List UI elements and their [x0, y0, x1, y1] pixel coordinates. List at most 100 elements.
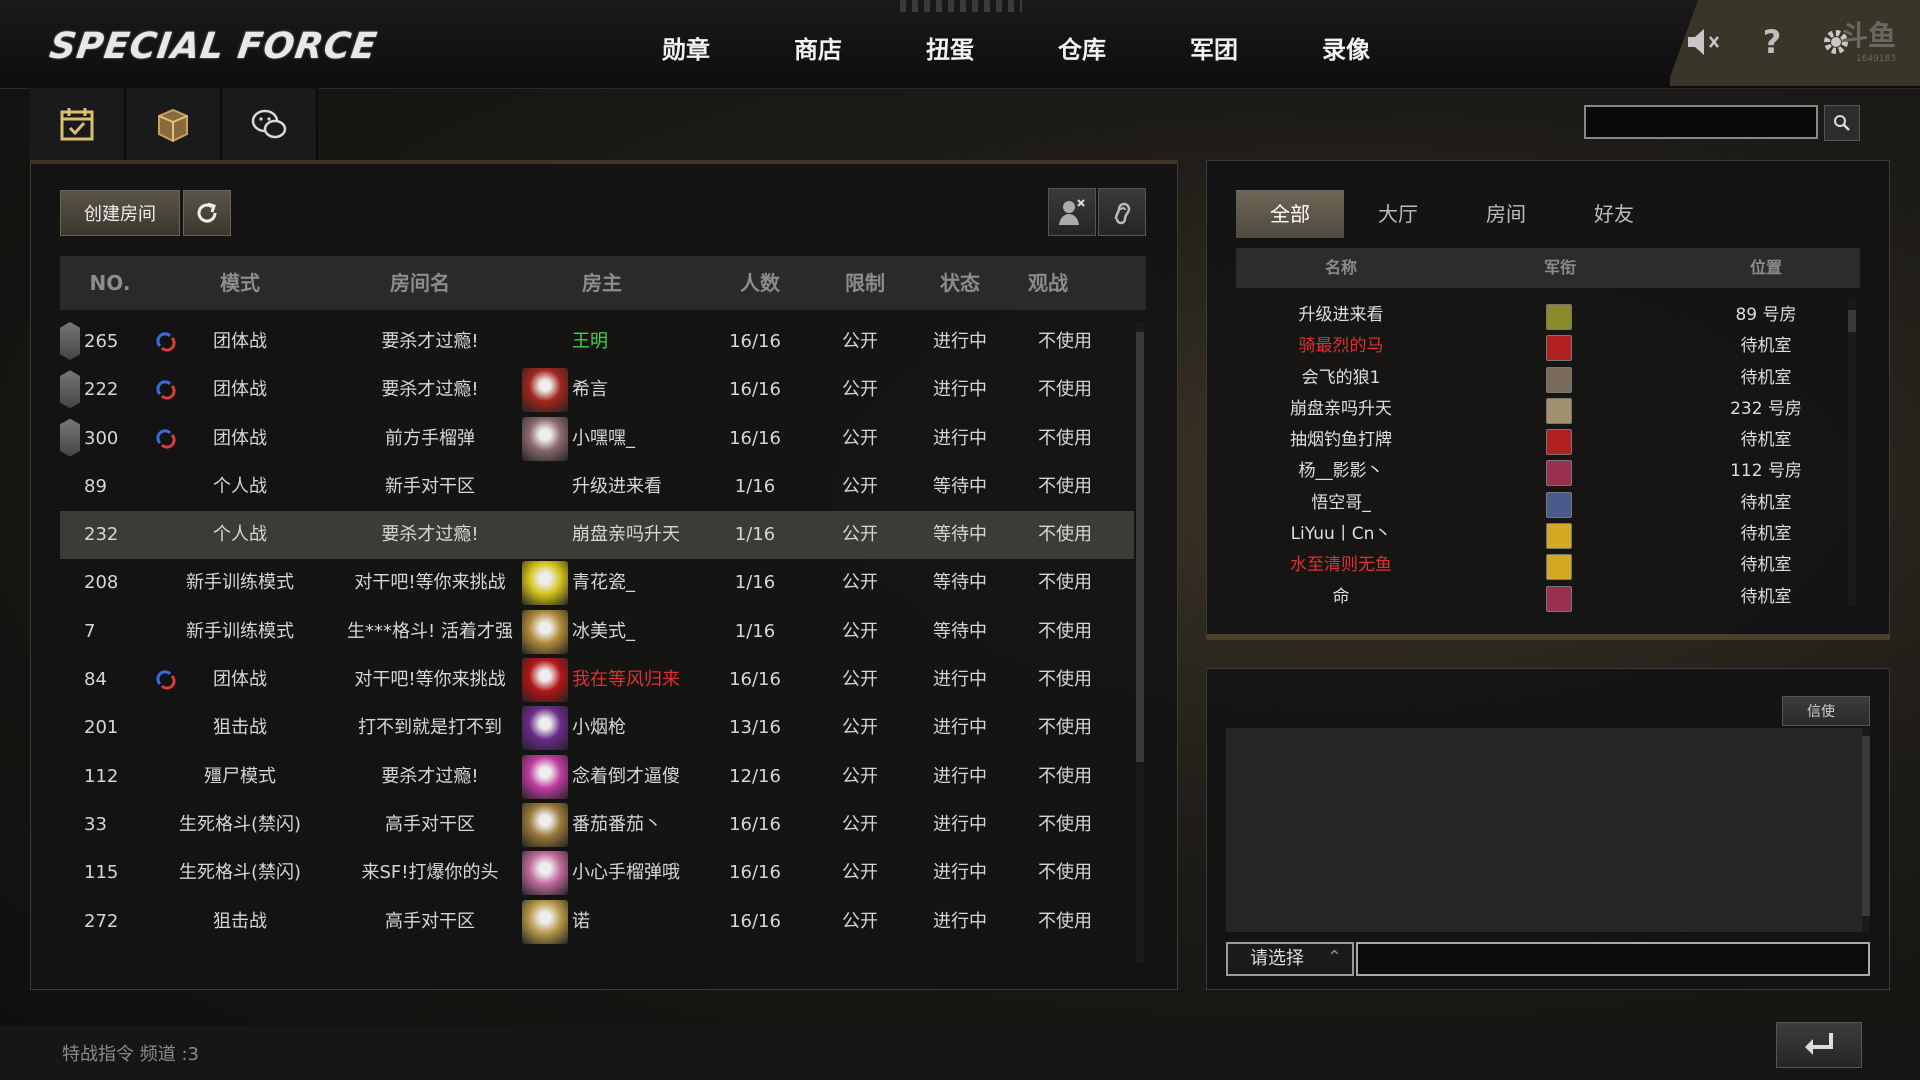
room-row[interactable]: 208 新手训练模式 对干吧!等你来挑战 青花瓷_ 1/16 公开 等待中 不使用 [60, 559, 1134, 607]
room-row[interactable]: 84 团体战 对干吧!等你来挑战 我在等风归来 16/16 公开 进行中 不使用 [60, 656, 1134, 704]
room-host: 番茄番茄丶 [572, 813, 662, 835]
player-name: 会飞的狼1 [1301, 367, 1381, 388]
player-row[interactable]: 命 待机室 [1236, 582, 1846, 613]
player-row[interactable]: 杨__影影丶 112 号房 [1236, 456, 1846, 487]
room-number: 232 [84, 524, 119, 546]
scrollbar-thumb[interactable] [1848, 310, 1856, 332]
room-number: 7 [84, 620, 96, 642]
chat-input[interactable] [1356, 942, 1870, 976]
rank-insignia-icon [1546, 523, 1572, 550]
help-icon[interactable]: ? [1752, 22, 1792, 62]
enter-button[interactable] [1776, 1022, 1862, 1068]
room-observe: 不使用 [1038, 475, 1092, 497]
room-list-scrollbar[interactable] [1136, 322, 1144, 962]
room-people: 1/16 [734, 620, 776, 642]
room-row[interactable]: 265 团体战 要杀才过瘾! 王明 16/16 公开 进行中 不使用 [60, 318, 1134, 366]
nav-item-2[interactable]: 扭蛋 [884, 30, 1016, 65]
room-status: 进行中 [933, 862, 987, 884]
search-input[interactable] [1584, 105, 1818, 139]
room-name: 打不到就是打不到 [358, 717, 502, 739]
col-host: 房主 [582, 271, 622, 295]
player-name: 杨__影影丶 [1298, 461, 1384, 482]
player-row[interactable]: 骑最烈的马 待机室 [1236, 331, 1846, 362]
room-mode: 团体战 [213, 427, 267, 449]
room-mode: 团体战 [213, 379, 267, 401]
rank-insignia-icon [1546, 335, 1572, 362]
room-host: 小嘿嘿_ [572, 427, 635, 449]
scrollbar-thumb[interactable] [1136, 332, 1144, 762]
speaker-muted-icon[interactable] [1684, 22, 1724, 62]
nav-item-4[interactable]: 军团 [1148, 30, 1280, 65]
room-row[interactable]: 232 个人战 要杀才过瘾! 崩盘亲吗升天 1/16 公开 等待中 不使用 [60, 511, 1134, 560]
room-name: 对干吧!等你来挑战 [354, 669, 506, 691]
room-observe: 不使用 [1038, 717, 1092, 739]
create-room-button[interactable]: 创建房间 [60, 190, 180, 236]
room-row[interactable]: 115 生死格斗(禁闪) 来SF!打爆你的头 小心手榴弹哦 16/16 公开 进行中 不使用 [60, 849, 1134, 897]
room-host: 希言 [572, 379, 608, 401]
rank-insignia-icon [1546, 554, 1572, 581]
room-limit: 公开 [842, 717, 878, 739]
player-row[interactable]: 悟空哥_ 待机室 [1236, 488, 1846, 519]
room-row[interactable]: 272 狙击战 高手对干区 诺 16/16 公开 进行中 不使用 [60, 898, 1134, 946]
nav-item-3[interactable]: 仓库 [1016, 30, 1148, 65]
refresh-icon [197, 202, 217, 223]
room-mode: 狙击战 [213, 910, 267, 932]
room-row[interactable]: 300 团体战 前方手榴弹 小嘿嘿_ 16/16 公开 进行中 不使用 [60, 415, 1134, 463]
room-limit: 公开 [842, 862, 878, 884]
tab-2[interactable]: 房间 [1452, 190, 1560, 238]
refresh-button[interactable] [183, 190, 231, 236]
player-row[interactable]: 会飞的狼1 待机室 [1236, 363, 1846, 394]
room-host: 升级进来看 [572, 475, 662, 497]
player-row[interactable]: LiYuu丨Cn丶 待机室 [1236, 519, 1846, 550]
player-location: 待机室 [1740, 367, 1792, 388]
gift-box-icon[interactable] [126, 88, 222, 160]
chat-scrollbar[interactable] [1862, 728, 1870, 932]
tab-1[interactable]: 大厅 [1344, 190, 1452, 238]
wechat-icon[interactable] [222, 88, 318, 160]
room-row[interactable]: 222 团体战 要杀才过瘾! 希言 16/16 公开 进行中 不使用 [60, 366, 1134, 414]
enter-icon [1805, 1033, 1833, 1055]
messenger-button[interactable]: 信使 [1782, 696, 1870, 726]
player-row[interactable]: 崩盘亲吗升天 232 号房 [1236, 394, 1846, 425]
player-location: 待机室 [1740, 430, 1792, 451]
room-row[interactable]: 201 狙击战 打不到就是打不到 小烟枪 13/16 公开 进行中 不使用 [60, 704, 1134, 752]
room-row[interactable]: 89 个人战 新手对干区 升级进来看 1/16 公开 等待中 不使用 [60, 463, 1134, 511]
player-tabs: 全部 大厅 房间 好友 [1236, 190, 1668, 238]
room-number: 265 [84, 331, 119, 352]
tab-0[interactable]: 全部 [1236, 190, 1344, 238]
room-limit: 公开 [842, 524, 878, 546]
room-name: 新手对干区 [385, 475, 475, 497]
room-status: 等待中 [933, 572, 987, 594]
nav-item-1[interactable]: 商店 [752, 30, 884, 65]
room-number: 112 [84, 765, 119, 787]
room-row[interactable]: 7 新手训练模式 生***格斗! 活着才强 冰美式_ 1/16 公开 等待中 不使用 [60, 608, 1134, 656]
room-status: 进行中 [933, 331, 987, 352]
room-mode: 殭尸模式 [204, 765, 276, 787]
room-number: 201 [84, 717, 119, 739]
footer-channel-text: 特战指令 频道 :3 [62, 1044, 199, 1065]
room-host: 王明 [572, 331, 608, 352]
rank-badge-icon [60, 322, 80, 360]
nav-item-5[interactable]: 录像 [1280, 30, 1412, 65]
player-row[interactable]: 升级进来看 89 号房 [1236, 300, 1846, 331]
listen-button[interactable] [1098, 188, 1146, 236]
user-block-button[interactable] [1048, 188, 1096, 236]
chat-channel-select[interactable]: 请选择 ⌃ [1226, 942, 1354, 976]
room-people: 16/16 [729, 669, 781, 691]
scrollbar-thumb[interactable] [1862, 736, 1870, 916]
rank-insignia-icon [1546, 304, 1572, 330]
player-list-scrollbar[interactable] [1848, 300, 1856, 606]
room-observe: 不使用 [1038, 765, 1092, 787]
calendar-check-icon[interactable] [30, 88, 126, 160]
room-row[interactable]: 33 生死格斗(禁闪) 高手对干区 番茄番茄丶 16/16 公开 进行中 不使用 [60, 801, 1134, 849]
nav-item-0[interactable]: 勋章 [620, 30, 752, 65]
room-mode: 个人战 [213, 524, 267, 546]
room-row[interactable]: 112 殭尸模式 要杀才过瘾! 念着倒才逼傻 12/16 公开 进行中 不使用 [60, 753, 1134, 801]
room-mode: 生死格斗(禁闪) [178, 813, 302, 835]
player-row[interactable]: 水至清则无鱼 待机室 [1236, 550, 1846, 581]
room-limit: 公开 [842, 572, 878, 594]
search-button[interactable] [1824, 105, 1860, 141]
tab-3[interactable]: 好友 [1560, 190, 1668, 238]
room-status: 等待中 [933, 475, 987, 497]
player-row[interactable]: 抽烟钓鱼打牌 待机室 [1236, 425, 1846, 456]
